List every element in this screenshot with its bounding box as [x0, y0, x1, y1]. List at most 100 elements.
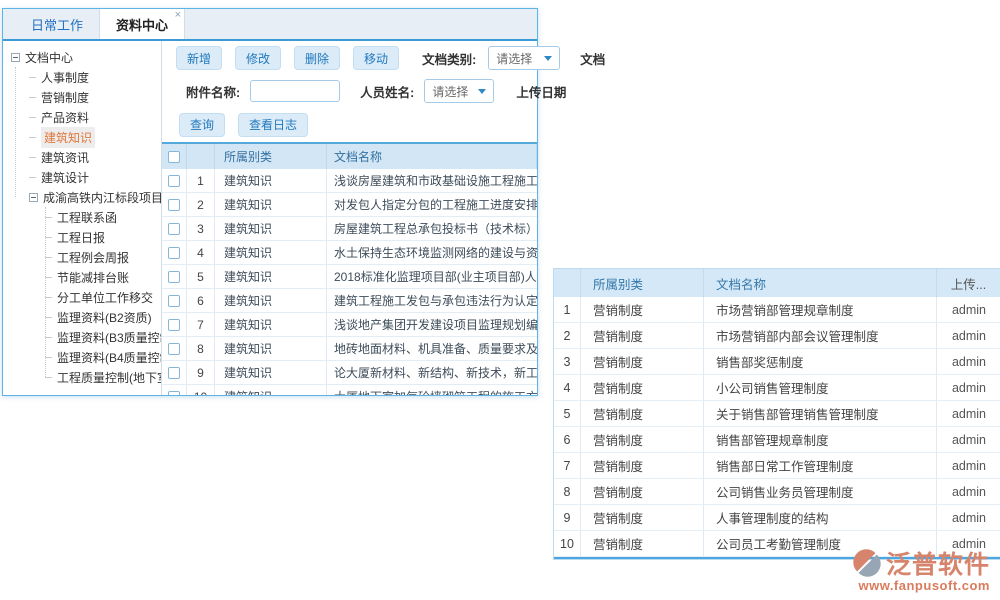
header-number-cell	[187, 144, 215, 169]
row-category: 建筑知识	[215, 169, 327, 192]
table-row[interactable]: 5营销制度关于销售部管理销售管理制度admin	[554, 401, 1000, 427]
tab-data-center[interactable]: 资料中心 ×	[99, 9, 185, 39]
tree-item[interactable]: 成渝高铁内江标段项目	[3, 187, 161, 207]
attachment-name-input[interactable]	[250, 80, 340, 102]
move-button[interactable]: 移动	[353, 46, 399, 70]
table-row[interactable]: 7建筑知识浅谈地产集团开发建设项目监理规划编...	[162, 313, 537, 337]
table-row[interactable]: 7营销制度销售部日常工作管理制度admin	[554, 453, 1000, 479]
edit-button[interactable]: 修改	[235, 46, 281, 70]
query-button[interactable]: 查询	[179, 113, 225, 137]
table-row[interactable]: 10建筑知识大厦地下室加气砼墙砌筑工程的施工方...	[162, 385, 537, 395]
row-checkbox[interactable]	[168, 199, 180, 211]
tree-item[interactable]: 监理资料(B3质量控制)	[3, 327, 161, 347]
tree-branch-line	[29, 137, 36, 138]
row-checkbox-cell	[162, 193, 187, 216]
add-button[interactable]: 新增	[176, 46, 222, 70]
table-row[interactable]: 2营销制度市场营销部内部会议管理制度admin	[554, 323, 1000, 349]
row-checkbox-cell	[162, 289, 187, 312]
table-row[interactable]: 8建筑知识地砖地面材料、机具准备、质量要求及...	[162, 337, 537, 361]
tree-item-label: 营销制度	[41, 89, 89, 106]
tree-item-label: 监理资料(B3质量控制)	[57, 329, 162, 346]
delete-button[interactable]: 删除	[294, 46, 340, 70]
row-checkbox-cell	[162, 169, 187, 192]
table-row[interactable]: 8营销制度公司销售业务员管理制度admin	[554, 479, 1000, 505]
person-select[interactable]: 请选择	[424, 79, 494, 103]
table-row[interactable]: 1建筑知识浅谈房屋建筑和市政基础设施工程施工...	[162, 169, 537, 193]
row-category: 营销制度	[581, 453, 704, 478]
select-all-checkbox[interactable]	[168, 151, 180, 163]
table-row[interactable]: 2建筑知识对发包人指定分包的工程施工进度安排...	[162, 193, 537, 217]
documents-table: 所属别类 文档名称 1建筑知识浅谈房屋建筑和市政基础设施工程施工...2建筑知识…	[162, 142, 537, 395]
screen: 日常工作 资料中心 × 文档中心人事制度营销制度产品资料建筑知识建筑资讯建筑设计…	[0, 0, 1000, 600]
tab-daily-work[interactable]: 日常工作	[15, 9, 99, 39]
row-checkbox[interactable]	[168, 247, 180, 259]
tree-item[interactable]: 工程日报	[3, 227, 161, 247]
documents-window: 日常工作 资料中心 × 文档中心人事制度营销制度产品资料建筑知识建筑资讯建筑设计…	[2, 8, 538, 396]
table-row[interactable]: 6营销制度销售部管理规章制度admin	[554, 427, 1000, 453]
row-category: 营销制度	[581, 323, 704, 348]
tree-item-label: 产品资料	[41, 109, 89, 126]
row-category: 营销制度	[581, 401, 704, 426]
row-checkbox[interactable]	[168, 223, 180, 235]
tree-item[interactable]: 建筑知识	[3, 127, 161, 147]
table-row[interactable]: 9营销制度人事管理制度的结构admin	[554, 505, 1000, 531]
tree-item[interactable]: 工程质量控制(地下室)	[3, 367, 161, 387]
row-checkbox[interactable]	[168, 391, 180, 396]
header-category: 所属别类	[581, 269, 704, 297]
tree-item-label: 工程联系函	[57, 209, 117, 226]
tree-branch-line	[45, 297, 52, 298]
tree-branch-line	[45, 337, 52, 338]
tree-item-label: 监理资料(B4质量控制)	[57, 349, 162, 366]
table-row[interactable]: 4建筑知识水土保持生态环境监测网络的建设与资...	[162, 241, 537, 265]
row-checkbox[interactable]	[168, 319, 180, 331]
table-row[interactable]: 6建筑知识建筑工程施工发包与承包违法行为认定...	[162, 289, 537, 313]
row-number: 10	[187, 385, 215, 395]
row-checkbox[interactable]	[168, 367, 180, 379]
table-row[interactable]: 4营销制度小公司销售管理制度admin	[554, 375, 1000, 401]
row-doc-name: 关于销售部管理销售管理制度	[704, 401, 937, 426]
row-checkbox[interactable]	[168, 343, 180, 355]
header-doc-name: 文档名称	[704, 269, 937, 297]
tree-item[interactable]: 产品资料	[3, 107, 161, 127]
row-doc-name: 大厦地下室加气砼墙砌筑工程的施工方...	[327, 385, 537, 395]
row-uploader: admin	[937, 401, 1000, 426]
tree-item[interactable]: 监理资料(B2资质)	[3, 307, 161, 327]
tree-item[interactable]: 文档中心	[3, 47, 161, 67]
row-checkbox[interactable]	[168, 295, 180, 307]
row-checkbox-cell	[162, 337, 187, 360]
tree-item[interactable]: 节能减排台账	[3, 267, 161, 287]
tree-item[interactable]: 营销制度	[3, 87, 161, 107]
tree-item[interactable]: 建筑资讯	[3, 147, 161, 167]
row-number: 3	[187, 217, 215, 240]
tab-bar: 日常工作 资料中心 ×	[3, 9, 537, 41]
view-log-button[interactable]: 查看日志	[238, 113, 308, 137]
row-doc-name: 房屋建筑工程总承包投标书（技术标）...	[327, 217, 537, 240]
row-number: 9	[187, 361, 215, 384]
tree-item[interactable]: 建筑设计	[3, 167, 161, 187]
row-checkbox[interactable]	[168, 175, 180, 187]
doc-type-select[interactable]: 请选择	[488, 46, 560, 70]
doc-name-label-clipped: 文档	[580, 49, 605, 68]
table-row[interactable]: 9建筑知识论大厦新材料、新结构、新技术，新工...	[162, 361, 537, 385]
tree-item[interactable]: 工程例会周报	[3, 247, 161, 267]
table-row[interactable]: 3营销制度销售部奖惩制度admin	[554, 349, 1000, 375]
tree-item[interactable]: 工程联系函	[3, 207, 161, 227]
tree-item[interactable]: 分工单位工作移交	[3, 287, 161, 307]
table-row[interactable]: 1营销制度市场营销部管理规章制度admin	[554, 297, 1000, 323]
row-doc-name: 2018标准化监理项目部(业主项目部)人员...	[327, 265, 537, 288]
table-row[interactable]: 3建筑知识房屋建筑工程总承包投标书（技术标）...	[162, 217, 537, 241]
tree-item[interactable]: 监理资料(B4质量控制)	[3, 347, 161, 367]
close-icon[interactable]: ×	[175, 10, 181, 21]
collapse-icon[interactable]	[29, 193, 38, 202]
table-row[interactable]: 5建筑知识2018标准化监理项目部(业主项目部)人员...	[162, 265, 537, 289]
row-checkbox[interactable]	[168, 271, 180, 283]
tree-item-label: 监理资料(B2资质)	[57, 309, 152, 326]
tree-item[interactable]: 人事制度	[3, 67, 161, 87]
collapse-icon[interactable]	[11, 53, 20, 62]
tab-label: 日常工作	[31, 15, 83, 34]
row-uploader: admin	[937, 297, 1000, 322]
fanpu-logo-icon	[851, 547, 883, 579]
row-checkbox-cell	[162, 265, 187, 288]
logo-row: 泛普软件	[851, 545, 990, 581]
row-number: 7	[554, 453, 581, 478]
